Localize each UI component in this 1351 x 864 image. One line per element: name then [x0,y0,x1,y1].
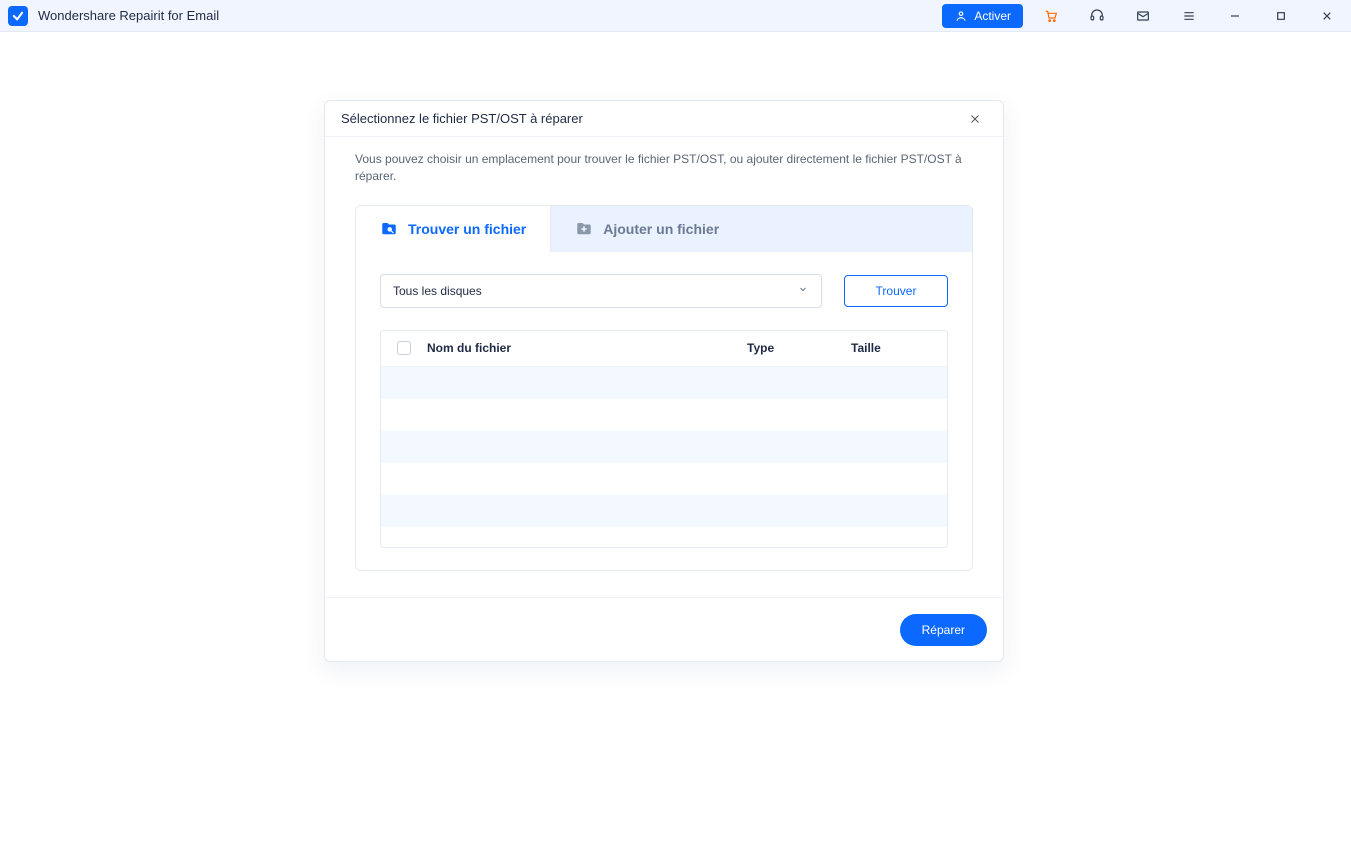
activate-button[interactable]: Activer [942,4,1023,28]
table-row [381,431,947,463]
window-close-icon[interactable] [1309,2,1345,30]
cart-icon[interactable] [1033,2,1069,30]
tab-find-label: Trouver un fichier [408,221,526,237]
activate-label: Activer [974,9,1011,23]
tab-add-label: Ajouter un fichier [603,221,719,237]
tab-card: Trouver un fichier Ajouter un fichier To… [355,205,973,571]
modal-description: Vous pouvez choisir un emplacement pour … [355,151,973,185]
tab-add-file[interactable]: Ajouter un fichier [551,206,743,252]
modal-close-icon[interactable] [963,107,987,131]
select-file-modal: Sélectionnez le fichier PST/OST à répare… [324,100,1004,662]
support-icon[interactable] [1079,2,1115,30]
app-title: Wondershare Repairit for Email [38,8,219,23]
window-maximize-icon[interactable] [1263,2,1299,30]
tab-content: Tous les disques Trouver Nom du fichier … [356,252,972,570]
app-logo-icon [8,6,28,26]
add-file-icon [575,220,593,238]
tab-find-file[interactable]: Trouver un fichier [356,206,551,252]
modal-footer: Réparer [325,597,1003,661]
tabs: Trouver un fichier Ajouter un fichier [356,206,972,252]
drive-select[interactable]: Tous les disques [380,274,822,308]
table-row [381,367,947,399]
modal-body: Vous pouvez choisir un emplacement pour … [325,137,1003,597]
mail-icon[interactable] [1125,2,1161,30]
table-header: Nom du fichier Type Taille [381,331,947,367]
repair-button[interactable]: Réparer [900,614,987,646]
find-button[interactable]: Trouver [844,275,948,307]
chevron-down-icon [797,283,809,298]
menu-icon[interactable] [1171,2,1207,30]
modal-title: Sélectionnez le fichier PST/OST à répare… [341,111,583,126]
controls-row: Tous les disques Trouver [380,274,948,308]
titlebar: Wondershare Repairit for Email Activer [0,0,1351,32]
col-header-name: Nom du fichier [425,341,733,355]
modal-header: Sélectionnez le fichier PST/OST à répare… [325,101,1003,137]
col-header-type: Type [747,341,837,355]
select-all-checkbox[interactable] [397,341,411,355]
table-row [381,527,947,547]
table-row [381,495,947,527]
col-header-size: Taille [851,341,931,355]
find-file-icon [380,220,398,238]
table-row [381,399,947,431]
table-row [381,463,947,495]
results-table: Nom du fichier Type Taille [380,330,948,548]
window-minimize-icon[interactable] [1217,2,1253,30]
drive-select-value: Tous les disques [393,284,482,298]
